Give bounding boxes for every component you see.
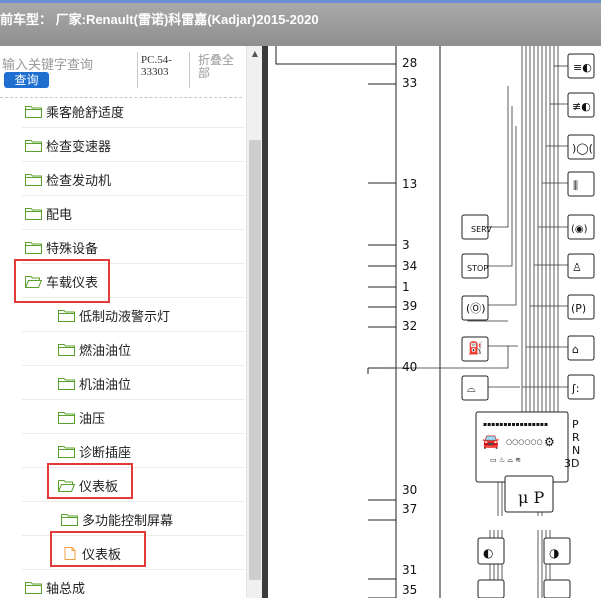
oil-icon: ⌓ [467,382,476,395]
connector-pin-label: 34 [402,259,418,273]
tree-item[interactable]: 轴总成 [25,570,245,598]
fog-lamp-icon: ≢◐ [572,100,591,113]
scroll-up-arrow-icon[interactable]: ▲ [247,46,263,62]
stop-label: STOP [467,264,488,273]
gear-r-label: R [572,431,580,444]
tree-item[interactable]: 乘客舱舒适度 [22,94,245,128]
tree-item-label: 机油油位 [79,377,132,393]
tree-item-label: 检查发动机 [46,173,112,189]
document-id: PC.54-33303 [141,54,172,78]
fuel-icon: ⛽ [468,341,483,355]
folder-icon [25,581,46,594]
preheat-icon: ʃ: [571,382,579,395]
tree-item[interactable]: 机油油位 [22,366,245,400]
vehicle-title: 前车型： 厂家:Renault(雷诺)科雷嘉(Kadjar)2015-2020 [0,12,319,27]
connector-pin-label: 37 [402,502,418,516]
wiring-diagram: SERV STOP μ P P R N 3D ≡◐ ≢◐ )◯( ⫼ (◉) ♙… [268,46,601,598]
sidebar-scrollbar[interactable]: ▲ [246,46,262,598]
tree-item[interactable]: 低制动液警示灯 [22,298,245,332]
window-title-bar: 前车型： 厂家:Renault(雷诺)科雷嘉(Kadjar)2015-2020 [0,0,601,46]
tree-item-label: 低制动液警示灯 [79,309,171,325]
tree-item-label: 轴总成 [46,581,86,597]
position-lamp-icon: )◯( [572,142,593,155]
tree-item-label: 特殊设备 [46,241,99,257]
gear-p-label: P [572,418,579,431]
tree-item[interactable]: 燃油油位 [22,332,245,366]
display-odometer: ▭ ♨ ⌓ ≋ [490,456,521,464]
connector-pin-label: 13 [402,177,418,191]
highlight-box [50,531,146,567]
tree-item[interactable]: 配电 [22,196,245,230]
separator [137,52,138,88]
folder-icon [25,241,46,254]
microprocessor-label: μ P [518,488,544,507]
folder-icon [58,411,79,424]
tree-item[interactable]: 油压 [22,400,245,434]
lamp-icon: ≡◐ [573,61,592,74]
car-icon: 🚘 [482,434,500,450]
connector-pin-label: 35 [402,583,418,597]
folder-icon [58,343,79,356]
connector-pin-label: 40 [402,360,418,374]
tree-item[interactable]: 检查变速器 [22,128,245,162]
serv-label: SERV [471,225,492,234]
connector-pin-label: 1 [402,280,410,294]
gear-3d-label: 3D [564,457,579,470]
seatbelt-icon: ♙ [572,261,582,274]
search-row: 查询 PC.54-33303 折叠全部 [0,46,262,98]
tree-item-label: 诊断插座 [79,445,132,461]
tree-item[interactable]: 检查发动机 [22,162,245,196]
folder-icon [25,139,46,152]
tree-item-label: 多功能控制屏幕 [82,513,174,529]
folder-icon [25,173,46,186]
brake-icon: (Ⓞ) [466,302,486,315]
folder-icon [61,513,82,526]
connector-pin-label: 3 [402,238,410,252]
connector-pin-label: 32 [402,319,418,333]
tree-item-label: 油压 [79,411,106,427]
folder-icon [58,309,79,322]
connector-pin-label: 31 [402,563,418,577]
tree-item-label: 检查变速器 [46,139,112,155]
abs-icon: (◉) [571,224,588,235]
highlight-box [47,463,133,499]
gear-icon: ⚙ [544,435,555,449]
parking-brake-icon: (P) [571,302,586,315]
search-button[interactable]: 查询 [4,72,49,88]
scroll-thumb[interactable] [249,140,261,580]
tree-item-label: 燃油油位 [79,343,132,359]
engine-icon: ⌂ [572,343,579,356]
highlight-box [14,259,110,303]
display-digits: ▪▪▪▪▪▪▪▪▪▪▪▪▪▪▪▪ [483,421,548,428]
folder-icon [25,105,46,118]
left-sensor-icon: ◐ [483,546,493,560]
connector-pin-label: 39 [402,299,418,313]
folder-icon [58,445,79,458]
collapse-all-button[interactable]: 折叠全部 [198,54,242,80]
connector-pin-label: 28 [402,56,418,70]
connector-pin-label: 30 [402,483,418,497]
tree-item-label: 乘客舱舒适度 [46,105,125,121]
wiring-diagram-svg: SERV STOP μ P P R N 3D ≡◐ ≢◐ )◯( ⫼ (◉) ♙… [275,46,595,598]
folder-icon [58,377,79,390]
folder-icon [25,207,46,220]
connector-pin-label: 33 [402,76,418,90]
separator [189,52,190,88]
right-sensor-icon: ◑ [549,546,560,560]
gear-n-label: N [572,444,580,457]
display-segments: ○○○○○○ [506,438,543,446]
tree-item-label: 配电 [46,207,73,223]
heater-icon: ⫼ [573,179,578,192]
